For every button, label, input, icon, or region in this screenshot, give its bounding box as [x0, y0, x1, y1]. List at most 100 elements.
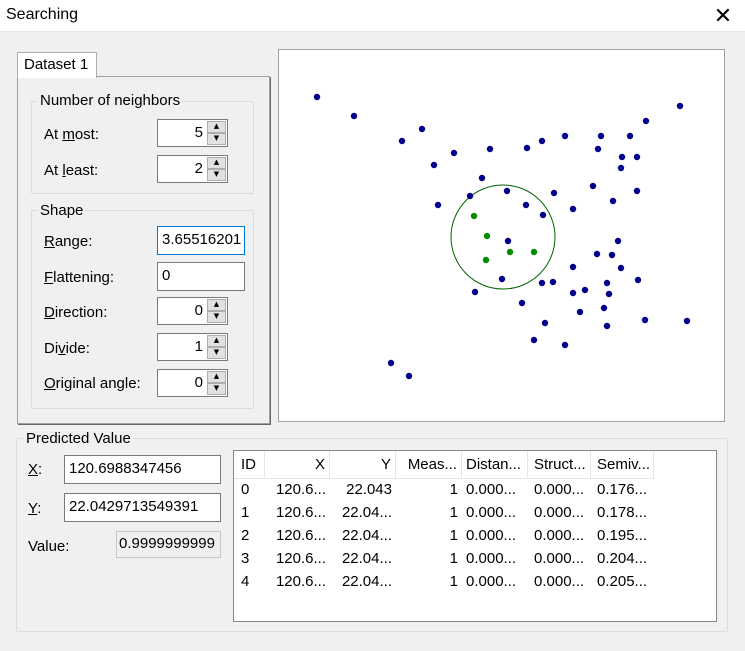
spin-down-icon[interactable]: ▼ [207, 347, 226, 359]
sample-point [605, 290, 613, 298]
table-cell: 2 [241, 527, 250, 544]
at-most-stepper[interactable]: 5 ▲ ▼ [157, 119, 228, 147]
neighbors-table[interactable]: ID X Y Meas... Distan... Struct... Semiv… [233, 450, 717, 622]
sample-point [503, 187, 511, 195]
sample-point [633, 187, 641, 195]
column-header-distance[interactable]: Distan... [462, 451, 528, 479]
divide-label: Divide: [44, 340, 90, 357]
table-cell: 1 [449, 481, 458, 498]
table-cell: 0.000... [466, 550, 517, 567]
table-row[interactable]: 3 120.6... 22.04... 1 0.000... 0.000... 0.204.… [234, 550, 716, 573]
spin-down-icon[interactable]: ▼ [207, 311, 226, 323]
spin-up-icon[interactable]: ▲ [207, 335, 226, 347]
table-row[interactable]: 2 120.6... 22.04... 1 0.000... 0.000... 0.195.… [234, 527, 716, 550]
scatter-plot-svg [313, 93, 691, 380]
table-cell: 22.04... [341, 504, 392, 521]
table-cell: 0.000... [534, 527, 585, 544]
sample-point [597, 132, 605, 140]
sample-point [538, 137, 546, 145]
column-header-id[interactable]: ID [234, 451, 265, 479]
original-angle-stepper[interactable]: 0 ▲ ▼ [157, 369, 228, 397]
at-least-value: 2 [194, 160, 203, 177]
sample-point [569, 205, 577, 213]
shape-group-title: Shape [38, 202, 86, 219]
table-cell: 120.6... [275, 481, 326, 498]
table-cell: 0.205... [597, 573, 648, 590]
table-cell: 1 [449, 504, 458, 521]
table-cell: 120.6... [275, 527, 326, 544]
spin-down-icon[interactable]: ▼ [207, 133, 226, 145]
range-value: 3.65516201 [162, 231, 242, 248]
sample-point [430, 161, 438, 169]
sample-point [617, 264, 625, 272]
sample-point [569, 289, 577, 297]
table-cell: 0.000... [466, 504, 517, 521]
sample-point [594, 145, 602, 153]
table-cell: 120.6... [275, 550, 326, 567]
close-icon[interactable]: ✕ [706, 0, 740, 32]
at-least-stepper[interactable]: 2 ▲ ▼ [157, 155, 228, 183]
spin-up-icon[interactable]: ▲ [207, 371, 226, 383]
range-input[interactable]: 3.65516201 [157, 226, 245, 255]
spin-up-icon[interactable]: ▲ [207, 121, 226, 133]
sample-point [600, 304, 608, 312]
column-header-structure[interactable]: Struct... [528, 451, 591, 479]
selected-neighbor-point [506, 248, 514, 256]
points-layer [313, 93, 691, 380]
spin-down-icon[interactable]: ▼ [207, 383, 226, 395]
sample-point [466, 192, 474, 200]
sample-point [539, 211, 547, 219]
sample-point [603, 322, 611, 330]
value-label: Value: [28, 538, 70, 555]
spin-up-icon[interactable]: ▲ [207, 299, 226, 311]
y-coordinate-input[interactable]: 22.0429713549391 [64, 493, 221, 522]
column-header-y[interactable]: Y [330, 451, 396, 479]
table-cell: 120.6... [275, 573, 326, 590]
title-bar: Searching ✕ [0, 0, 745, 32]
spin-up-icon[interactable]: ▲ [207, 157, 226, 169]
sample-point [504, 237, 512, 245]
column-header-measure[interactable]: Meas... [396, 451, 462, 479]
divide-value: 1 [194, 338, 203, 355]
sample-point [576, 308, 584, 316]
table-cell: 0.000... [534, 550, 585, 567]
table-cell: 0.000... [466, 573, 517, 590]
sample-point [641, 316, 649, 324]
search-circle [450, 184, 556, 290]
column-header-semivariance[interactable]: Semiv... [591, 451, 654, 479]
sample-point [676, 102, 684, 110]
sample-point [523, 144, 531, 152]
sample-point [634, 276, 642, 284]
predicted-group-title: Predicted Value [24, 430, 133, 447]
direction-stepper[interactable]: 0 ▲ ▼ [157, 297, 228, 325]
flattening-label: Flattening: [44, 269, 115, 286]
sample-point [486, 145, 494, 153]
table-header: ID X Y Meas... Distan... Struct... Semiv… [234, 451, 654, 479]
table-cell: 1 [241, 504, 250, 521]
sample-point [608, 251, 616, 259]
column-header-x[interactable]: X [265, 451, 330, 479]
sample-point [593, 250, 601, 258]
x-coordinate-input[interactable]: 120.6988347456 [64, 455, 221, 484]
table-row[interactable]: 0 120.6... 22.043 1 0.000... 0.000... 0.176... [234, 481, 716, 504]
tab-dataset-1[interactable]: Dataset 1 [17, 52, 97, 78]
selected-neighbor-point [482, 256, 490, 264]
spin-down-icon[interactable]: ▼ [207, 169, 226, 181]
at-most-value: 5 [194, 124, 203, 141]
sample-point [581, 286, 589, 294]
table-row[interactable]: 4 120.6... 22.04... 1 0.000... 0.000... 0.205.… [234, 573, 716, 596]
sample-point [569, 263, 577, 271]
table-cell: 22.043 [346, 481, 392, 498]
flattening-input[interactable]: 0 [157, 262, 245, 291]
range-label: Range: [44, 233, 93, 250]
sample-point [434, 201, 442, 209]
search-neighborhood-plot[interactable] [278, 49, 725, 422]
table-row[interactable]: 1 120.6... 22.04... 1 0.000... 0.000... 0.178.… [234, 504, 716, 527]
window-title: Searching [6, 6, 79, 23]
sample-point [478, 174, 486, 182]
sample-point [450, 149, 458, 157]
divide-stepper[interactable]: 1 ▲ ▼ [157, 333, 228, 361]
sample-point [387, 359, 395, 367]
sample-point [561, 341, 569, 349]
table-cell: 120.6... [275, 504, 326, 521]
